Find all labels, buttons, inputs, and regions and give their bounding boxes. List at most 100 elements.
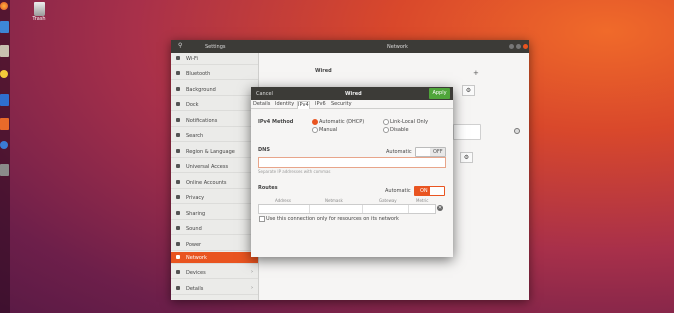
route-address-input[interactable] — [259, 205, 310, 213]
dns-hint: Separate IP addresses with commas — [258, 169, 331, 174]
column-netmask: Netmask — [325, 198, 343, 203]
sidebar-item-dock[interactable]: Dock — [171, 99, 258, 111]
delete-route-button[interactable]: ✕ — [437, 205, 443, 211]
gear-icon[interactable]: ⚙ — [462, 85, 475, 96]
only-resources-checkbox[interactable] — [259, 216, 265, 222]
details-icon — [176, 286, 180, 290]
trash-icon — [33, 2, 45, 16]
writer-icon[interactable] — [0, 94, 9, 106]
routes-label: Routes — [258, 185, 278, 191]
sidebar-item-label: Notifications — [186, 118, 218, 124]
sidebar-item-search[interactable]: Search — [171, 130, 258, 142]
minimize-button[interactable] — [509, 44, 514, 49]
apply-button[interactable]: Apply — [429, 88, 450, 99]
trash-desktop-item[interactable]: Trash — [29, 2, 49, 22]
dns-automatic-label: Automatic — [386, 149, 412, 155]
bluetooth-icon — [176, 71, 180, 75]
privacy-icon — [176, 195, 180, 199]
routes-automatic-label: Automatic — [385, 188, 411, 194]
trash-label: Trash — [32, 16, 46, 22]
sidebar-item-label: Online Accounts — [186, 180, 227, 186]
settings-icon[interactable] — [0, 164, 9, 176]
radio-disable[interactable] — [383, 127, 389, 133]
radio-link-local-only[interactable] — [383, 119, 389, 125]
sidebar-item-sharing[interactable]: Sharing — [171, 208, 258, 220]
column-address: Address — [275, 198, 291, 203]
column-gateway: Gateway — [379, 198, 397, 203]
sidebar-item-online-accounts[interactable]: Online Accounts — [171, 177, 258, 189]
add-connection-button[interactable]: + — [473, 69, 479, 77]
dialog-header: Cancel Wired Apply — [251, 87, 453, 100]
dock — [0, 0, 10, 313]
search-icon — [176, 133, 180, 137]
rhythmbox-icon[interactable] — [0, 70, 8, 78]
tab-details[interactable]: Details — [253, 101, 270, 108]
sidebar-item-power[interactable]: Power — [171, 239, 258, 251]
column-metric: Metric — [416, 198, 429, 203]
thunderbird-icon[interactable] — [0, 21, 9, 33]
sidebar-item-wifi[interactable]: Wi-Fi — [171, 53, 258, 65]
radio-manual[interactable] — [312, 127, 318, 133]
sidebar-item-privacy[interactable]: Privacy — [171, 192, 258, 204]
online-accounts-icon — [176, 180, 180, 184]
chevron-right-icon: › — [251, 285, 253, 291]
firefox-icon[interactable] — [0, 2, 8, 10]
toggle-knob — [416, 148, 430, 156]
maximize-button[interactable] — [516, 44, 521, 49]
route-gateway-input[interactable] — [363, 205, 409, 213]
sidebar-item-label: Region & Language — [186, 149, 235, 155]
sidebar-item-region[interactable]: Region & Language — [171, 146, 258, 158]
cancel-button[interactable]: Cancel — [256, 91, 273, 97]
dialog-tabs: Details Identity IPv4 IPv6 Security — [251, 100, 453, 109]
region-icon — [176, 149, 180, 153]
tab-ipv4[interactable]: IPv4 — [297, 101, 310, 109]
sidebar-item-label: Bluetooth — [186, 71, 211, 77]
network-panel-title: Network — [387, 44, 408, 50]
dialog-title: Wired — [345, 91, 362, 97]
sidebar-item-label: Details — [186, 286, 204, 292]
dns-automatic-toggle[interactable]: OFF — [415, 147, 446, 157]
tab-ipv6[interactable]: IPv6 — [315, 101, 326, 108]
close-button[interactable] — [523, 44, 528, 49]
help-icon[interactable] — [0, 141, 8, 149]
sidebar-item-label: Devices — [186, 270, 206, 276]
sidebar-item-label: Power — [186, 242, 202, 248]
sidebar-item-sound[interactable]: Sound — [171, 223, 258, 235]
sidebar-item-label: Dock — [186, 102, 199, 108]
sidebar-item-background[interactable]: Background — [171, 84, 258, 96]
sidebar-item-network[interactable]: Network — [171, 252, 258, 264]
sidebar-item-bluetooth[interactable]: Bluetooth — [171, 68, 258, 80]
sound-icon — [176, 226, 180, 230]
files-icon[interactable] — [0, 45, 9, 57]
power-icon — [176, 242, 180, 246]
radio-automatic-dhcp[interactable] — [312, 119, 318, 125]
sidebar-item-notifications[interactable]: Notifications — [171, 115, 258, 127]
sidebar-item-label: Wi-Fi — [186, 56, 198, 62]
settings-title: Settings — [205, 44, 226, 50]
vpn-section — [453, 124, 481, 140]
sidebar-item-label: Background — [186, 87, 216, 93]
sidebar-item-devices[interactable]: Devices › — [171, 267, 258, 279]
wired-dialog: Cancel Wired Apply Details Identity IPv4… — [251, 87, 453, 257]
disable-label: Disable — [390, 127, 409, 133]
software-icon[interactable] — [0, 118, 9, 130]
dns-input[interactable] — [258, 157, 446, 168]
route-metric-input[interactable] — [409, 205, 434, 213]
sidebar-item-label: Sharing — [186, 211, 206, 217]
devices-icon — [176, 270, 180, 274]
tab-identity[interactable]: Identity — [275, 101, 294, 108]
settings-sidebar: Wi-Fi Bluetooth Background Dock Notifica… — [171, 53, 259, 300]
tab-security[interactable]: Security — [331, 101, 352, 108]
network-icon — [176, 255, 180, 259]
routes-automatic-toggle[interactable]: ON — [414, 186, 445, 196]
search-icon[interactable]: ⚲ — [178, 42, 182, 49]
routes-toggle-state: ON — [420, 188, 428, 194]
dock-icon — [176, 102, 180, 106]
toggle-knob — [430, 187, 444, 195]
gear-icon[interactable]: ⚙ — [460, 152, 473, 163]
sidebar-item-universal-access[interactable]: Universal Access — [171, 161, 258, 173]
route-entry-row — [258, 204, 436, 214]
route-netmask-input[interactable] — [310, 205, 363, 213]
sidebar-item-details[interactable]: Details › — [171, 283, 258, 295]
accessibility-icon — [176, 164, 180, 168]
